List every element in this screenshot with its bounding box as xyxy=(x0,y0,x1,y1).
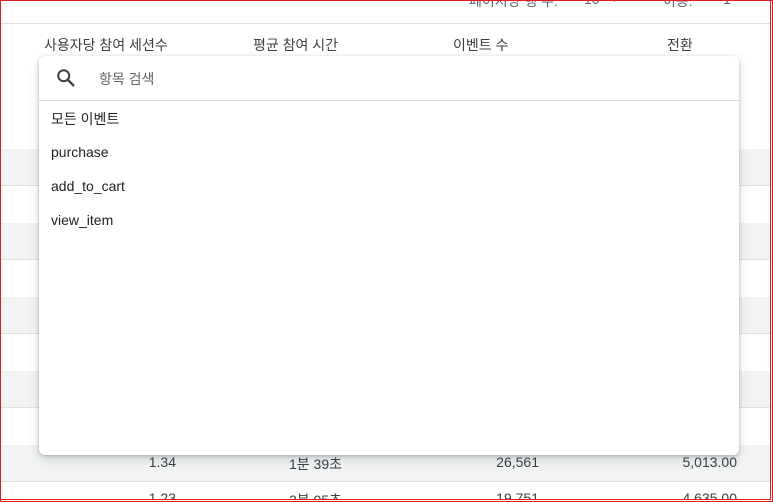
cell-event-count: 19,751 xyxy=(496,490,539,500)
option-add-to-cart[interactable]: add_to_cart xyxy=(51,178,125,194)
option-all-events[interactable]: 모든 이벤트 xyxy=(51,109,119,129)
pagination-bar: 페이지당 행 수: 10 ▼ 이동: 1 xyxy=(1,0,770,15)
cell-conversions: 5,013.00 xyxy=(682,454,738,470)
column-header-event-count[interactable]: 이벤트 수 xyxy=(453,35,509,57)
cell-conversions: 4,635.00 xyxy=(682,490,738,500)
report-frame: 페이지당 행 수: 10 ▼ 이동: 1 사용자당 참여 세션수 평균 참여 시… xyxy=(0,0,771,500)
cell-event-count: 26,561 xyxy=(496,454,539,470)
search-input[interactable] xyxy=(97,66,701,92)
column-header-avg-engagement-time[interactable]: 평균 참여 시간 xyxy=(253,35,339,57)
caret-down-icon[interactable]: ▼ xyxy=(609,1,620,5)
divider xyxy=(1,23,770,24)
search-row xyxy=(39,56,739,101)
goto-label: 이동: xyxy=(663,0,693,9)
rows-per-page-select[interactable]: 10 xyxy=(584,1,600,7)
goto-page-input[interactable]: 1 xyxy=(723,1,731,7)
event-filter-dropdown: 모든 이벤트 purchase add_to_cart view_item xyxy=(39,56,739,455)
cell-engaged-sessions: 1.34 xyxy=(148,454,176,470)
cell-engaged-sessions: 1.23 xyxy=(148,490,176,500)
row-divider xyxy=(1,481,770,482)
rows-per-page-label: 페이지당 행 수: xyxy=(469,0,558,9)
cell-avg-engagement-time: 2분 05초 xyxy=(288,492,342,500)
option-view-item[interactable]: view_item xyxy=(51,212,113,228)
search-icon xyxy=(57,69,75,87)
cell-avg-engagement-time: 1분 39초 xyxy=(288,456,342,472)
option-purchase[interactable]: purchase xyxy=(51,144,109,160)
column-header-engaged-sessions[interactable]: 사용자당 참여 세션수 xyxy=(44,35,168,57)
column-header-conversions[interactable]: 전환 xyxy=(667,35,693,57)
